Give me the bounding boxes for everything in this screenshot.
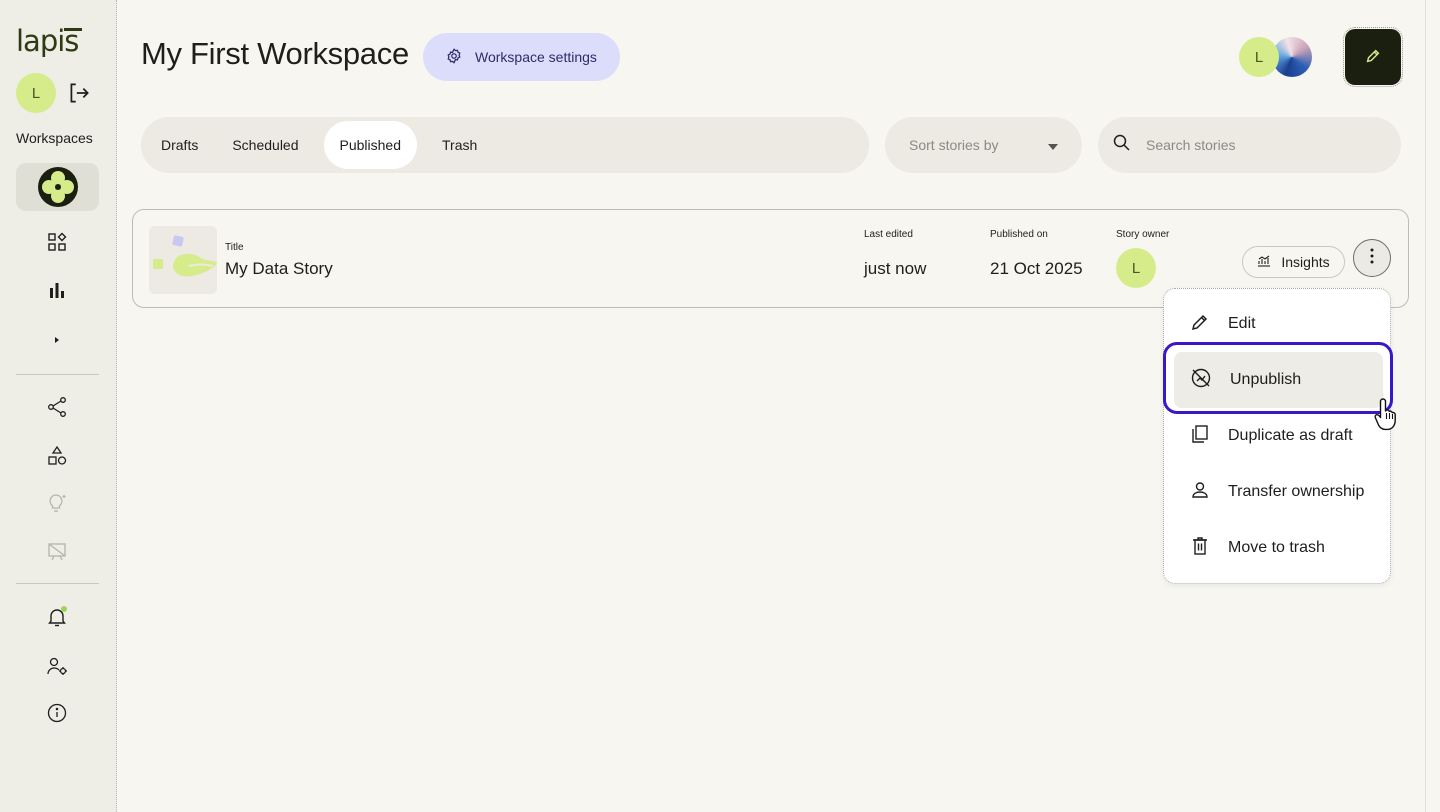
lapis-logo[interactable]: lapis [16,24,86,60]
search-box [1098,117,1401,173]
workspace-settings-button[interactable]: Workspace settings [423,33,620,81]
bell-icon[interactable] [44,604,70,630]
sidebar-divider [16,583,99,584]
sort-placeholder: Sort stories by [909,137,999,153]
story-thumbnail [149,226,217,294]
page-title: My First Workspace [141,36,409,71]
search-icon [1112,133,1132,158]
person-icon [1190,480,1210,505]
last-edited-value: just now [864,259,927,278]
sidebar: lapis L Workspaces [0,0,117,812]
insights-button[interactable]: Insights [1242,246,1345,278]
insights-chart-icon [1257,254,1271,270]
unpublish-icon [1190,367,1212,394]
trash-icon [1190,536,1210,561]
menu-item-transfer-ownership[interactable]: Transfer ownership [1174,464,1383,520]
workspaces-label: Workspaces [16,130,93,146]
sort-dropdown[interactable]: Sort stories by [885,117,1082,173]
duplicate-icon [1190,424,1210,449]
presentation-icon [44,538,70,564]
menu-item-label: Move to trash [1228,539,1325,556]
story-owner-label: Story owner [1116,229,1170,240]
published-on-value: 21 Oct 2025 [990,259,1083,278]
tab-trash[interactable]: Trash [426,121,493,169]
last-edited-label: Last edited [864,229,913,240]
insights-label: Insights [1281,254,1330,270]
story-options-menu: Edit Unpublish Duplicate as draft Transf… [1163,288,1391,584]
share-icon[interactable] [44,394,70,420]
tab-published[interactable]: Published [323,121,418,169]
right-edge-panel [1425,0,1440,812]
menu-item-label: Unpublish [1230,371,1302,388]
menu-item-label: Duplicate as draft [1228,427,1353,444]
chevron-down-icon [1048,137,1058,153]
menu-item-unpublish[interactable]: Unpublish [1174,352,1383,408]
search-input[interactable] [1146,137,1366,153]
pencil-icon [1364,47,1382,68]
menu-item-edit[interactable]: Edit [1174,296,1383,352]
tab-scheduled[interactable]: Scheduled [216,121,314,169]
info-icon[interactable] [44,700,70,726]
hand-cursor-icon [1374,398,1396,431]
menu-item-label: Edit [1228,315,1256,332]
story-tabs: Drafts Scheduled Published Trash [141,117,869,173]
user-avatar[interactable]: L [16,73,56,113]
story-owner-avatar: L [1116,248,1156,288]
lightbulb-icon [44,490,70,516]
user-settings-icon[interactable] [44,653,70,679]
menu-item-label: Transfer ownership [1228,483,1365,500]
more-options-button[interactable] [1353,239,1391,277]
workspace-switcher-active[interactable] [16,163,99,211]
shapes-icon[interactable] [44,443,70,469]
logout-icon[interactable] [66,80,92,106]
menu-item-duplicate-as-draft[interactable]: Duplicate as draft [1174,408,1383,464]
bar-chart-icon[interactable] [44,277,70,303]
story-title[interactable]: My Data Story [225,259,333,279]
more-vertical-icon [1370,248,1374,269]
pencil-icon [1190,312,1210,337]
title-label: Title [225,242,244,253]
dashboard-grid-icon[interactable] [44,229,70,255]
workspace-settings-label: Workspace settings [475,49,597,65]
published-on-label: Published on [990,229,1048,240]
workspace-logo-icon [37,167,78,207]
caret-right-icon[interactable] [44,327,70,353]
new-story-button[interactable] [1343,27,1403,87]
menu-item-move-to-trash[interactable]: Move to trash [1174,520,1383,576]
tab-drafts[interactable]: Drafts [145,121,214,169]
gear-icon [445,47,463,68]
member-avatar[interactable]: L [1239,37,1279,77]
sidebar-divider [16,374,99,375]
